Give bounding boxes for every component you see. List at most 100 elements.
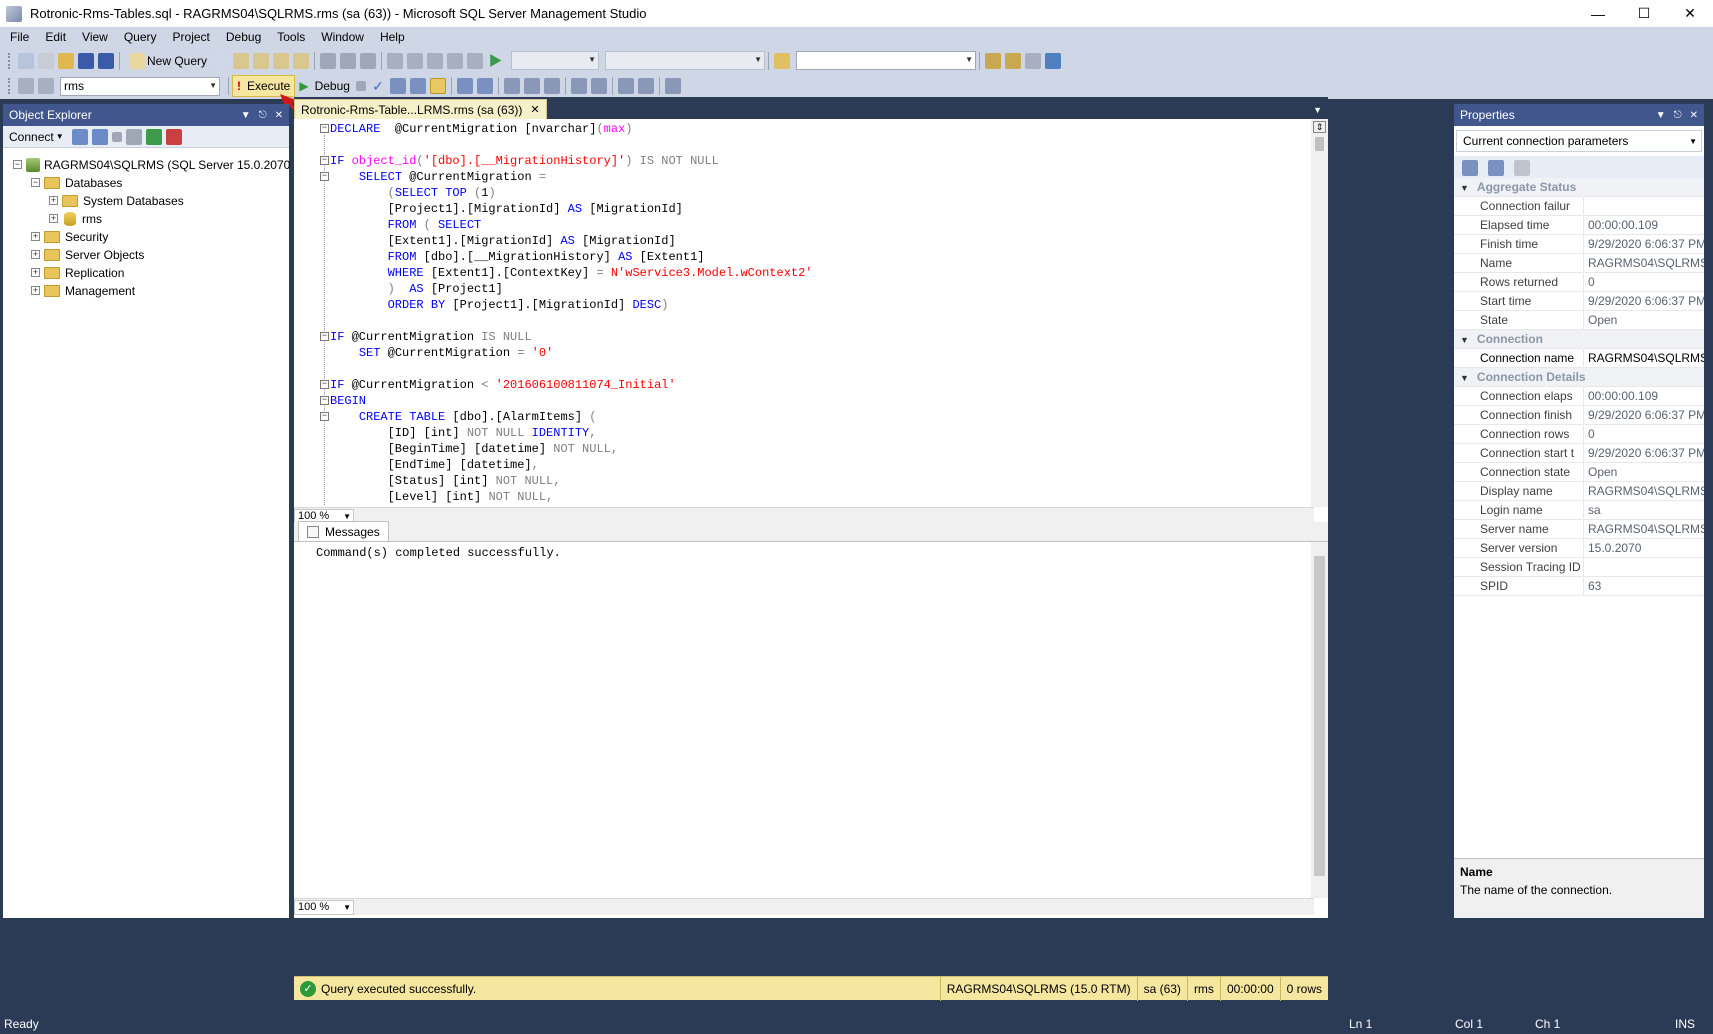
undo-icon[interactable] (387, 52, 404, 69)
uncomment-icon[interactable] (590, 78, 607, 94)
cancel-query-icon[interactable] (355, 81, 366, 91)
property-row[interactable]: Server name RAGRMS04\SQLRMS (1454, 520, 1704, 539)
find-combo[interactable]: ▼ (796, 51, 977, 70)
tree-node[interactable]: + Security (31, 228, 108, 245)
property-category[interactable]: ▼ Aggregate Status (1454, 178, 1704, 197)
messages-tab[interactable]: Messages (298, 521, 389, 541)
collapse-icon[interactable]: − (31, 178, 40, 187)
menu-help[interactable]: Help (372, 27, 413, 48)
intellisense-icon[interactable] (429, 78, 446, 94)
panel-menu-icon[interactable]: ▼ (241, 110, 251, 121)
panel-close-icon[interactable]: ✕ (275, 110, 283, 121)
connect-icon[interactable] (18, 78, 34, 94)
document-tab[interactable]: Rotronic-Rms-Table...LRMS.rms (sa (63)) … (294, 99, 547, 119)
tree-node[interactable]: + Management (31, 282, 135, 299)
new-query-button[interactable]: New Query (123, 51, 211, 71)
tree-node[interactable]: + System Databases (49, 192, 184, 209)
property-row[interactable]: Connection state Open (1454, 463, 1704, 482)
object-explorer-icon[interactable] (1005, 52, 1022, 69)
code-fold-icon[interactable]: − (320, 412, 329, 421)
split-icon[interactable]: ⇕ (1313, 121, 1326, 133)
comment-icon[interactable] (570, 78, 587, 94)
props-menu-icon[interactable]: ▼ (1656, 110, 1666, 121)
results-vertical-scrollbar[interactable] (1311, 542, 1328, 898)
toolbar-grip[interactable] (8, 52, 12, 69)
code-fold-icon[interactable]: − (320, 172, 329, 181)
property-row[interactable]: Connection failur (1454, 197, 1704, 216)
open-file-icon[interactable] (58, 52, 74, 69)
property-row[interactable]: Elapsed time 00:00:00.109 (1454, 216, 1704, 235)
close-button[interactable]: ✕ (1667, 0, 1713, 27)
properties-object-select[interactable]: Current connection parameters ▼ (1456, 130, 1702, 152)
live-stats-icon[interactable] (476, 78, 493, 94)
property-row[interactable]: Connection name RAGRMS04\SQLRMS (sa (1454, 349, 1704, 368)
property-row[interactable]: SPID 63 (1454, 577, 1704, 596)
properties-window-icon[interactable] (1045, 52, 1062, 69)
navigate-back-icon[interactable] (427, 52, 444, 69)
property-row[interactable]: Login name sa (1454, 501, 1704, 520)
new-project-icon[interactable] (18, 52, 34, 69)
redo-icon[interactable] (407, 52, 424, 69)
expand-icon[interactable]: + (31, 250, 40, 259)
connect-dropdown[interactable]: Connect (9, 130, 54, 144)
save-all-icon[interactable] (98, 52, 114, 69)
maximize-button[interactable]: ☐ (1621, 0, 1667, 27)
start-icon[interactable] (490, 54, 502, 67)
increase-indent-icon[interactable] (637, 78, 654, 94)
alphabetical-icon[interactable] (1488, 160, 1504, 176)
tree-node[interactable]: − Databases (31, 174, 122, 191)
include-plan-icon[interactable] (456, 78, 473, 94)
expand-icon[interactable]: + (31, 268, 40, 277)
chevron-down-icon[interactable]: ▼ (1460, 373, 1469, 383)
filter-icon[interactable] (125, 128, 142, 145)
query-designer-icon[interactable] (409, 78, 426, 94)
change-connection-icon[interactable] (38, 78, 54, 94)
code-fold-icon[interactable]: − (320, 396, 329, 405)
scroll-thumb[interactable] (1315, 137, 1324, 151)
solution-config-select[interactable]: ▼ (511, 51, 600, 70)
expand-icon[interactable]: + (49, 196, 58, 205)
collapse-icon[interactable]: − (13, 160, 22, 169)
add-item-icon[interactable] (38, 52, 54, 69)
xmla-query-icon[interactable] (273, 52, 290, 69)
chevron-down-icon[interactable]: ▼ (1460, 183, 1469, 193)
menu-tools[interactable]: Tools (269, 27, 313, 48)
expand-icon[interactable]: + (31, 286, 40, 295)
tree-node[interactable]: + rms (49, 210, 102, 227)
property-category[interactable]: ▼ Connection (1454, 330, 1704, 349)
tab-overflow-icon[interactable]: ▼ (1313, 105, 1328, 119)
screenshot-icon[interactable] (467, 52, 484, 69)
results-to-file-icon[interactable] (543, 78, 560, 94)
dax-query-icon[interactable] (293, 52, 310, 69)
mdx-query-icon[interactable] (233, 52, 250, 69)
activity-monitor-icon[interactable] (165, 128, 182, 145)
code-fold-icon[interactable]: − (320, 380, 329, 389)
tab-close-icon[interactable]: ✕ (530, 103, 539, 116)
property-row[interactable]: Name RAGRMS04\SQLRMS (1454, 254, 1704, 273)
solution-platform-select[interactable]: ▼ (605, 51, 766, 70)
db-engine-query-icon[interactable] (213, 52, 230, 69)
results-zoom-select[interactable]: 100 % ▼ (294, 899, 354, 915)
code-fold-icon[interactable]: − (320, 332, 329, 341)
specify-values-icon[interactable] (664, 78, 681, 94)
results-scroll-thumb[interactable] (1314, 556, 1325, 876)
menu-file[interactable]: File (2, 27, 37, 48)
menu-view[interactable]: View (74, 27, 116, 48)
database-select[interactable]: rms ▼ (60, 76, 220, 96)
chevron-down-icon[interactable]: ▼ (1460, 335, 1469, 345)
toolbar-grip-2[interactable] (8, 78, 12, 94)
paste-icon[interactable] (360, 52, 377, 69)
property-row[interactable]: Start time 9/29/2020 6:06:37 PM (1454, 292, 1704, 311)
find-in-files-icon[interactable] (774, 52, 791, 69)
property-row[interactable]: State Open (1454, 311, 1704, 330)
tree-node[interactable]: + Server Objects (31, 246, 144, 263)
connect-oe-icon[interactable] (71, 128, 88, 145)
property-pages-icon[interactable] (1514, 160, 1530, 176)
registered-servers-icon[interactable] (985, 52, 1002, 69)
props-close-icon[interactable]: ✕ (1690, 110, 1698, 121)
code-fold-icon[interactable]: − (320, 156, 329, 165)
display-plan-icon[interactable] (389, 78, 406, 94)
property-row[interactable]: Connection start t 9/29/2020 6:06:37 PM (1454, 444, 1704, 463)
menu-debug[interactable]: Debug (218, 27, 269, 48)
parse-icon[interactable]: ✓ (370, 78, 386, 94)
